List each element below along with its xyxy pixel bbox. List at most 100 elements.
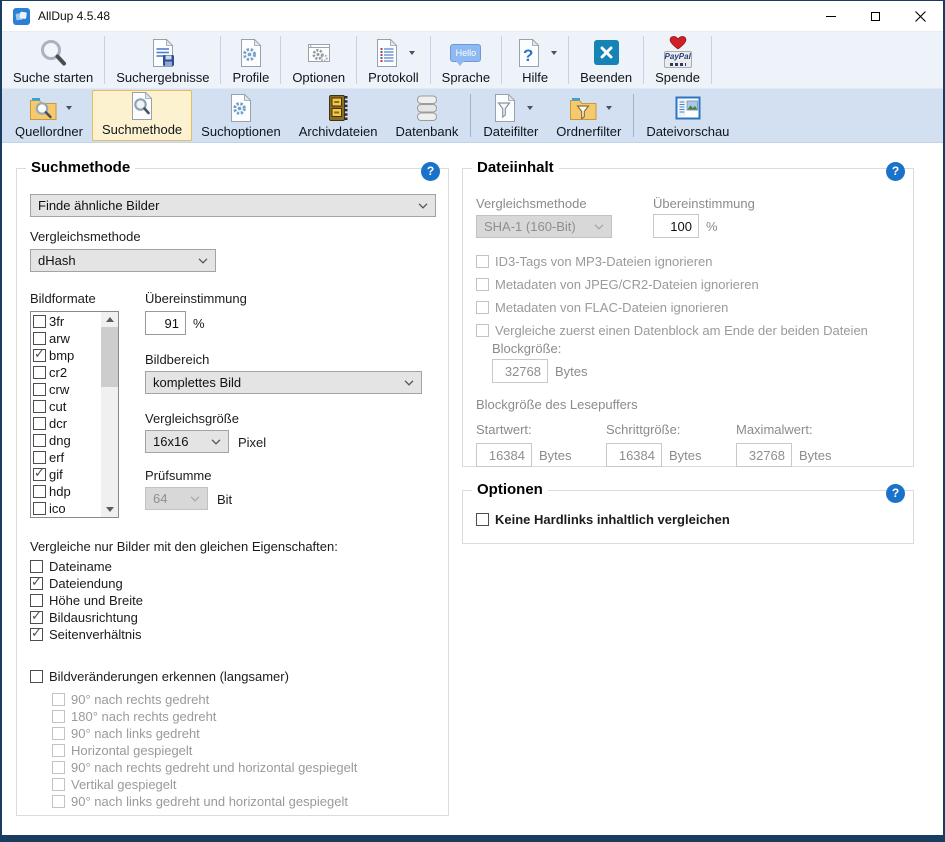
format-item[interactable]: cut: [33, 398, 101, 415]
format-checkbox[interactable]: [33, 468, 46, 481]
format-item[interactable]: ico: [33, 500, 101, 517]
block-size-input[interactable]: 32768: [492, 359, 548, 383]
compare-method-select[interactable]: dHash: [30, 249, 216, 272]
format-checkbox[interactable]: [33, 332, 46, 345]
format-item[interactable]: dcr: [33, 415, 101, 432]
format-item[interactable]: hdp: [33, 483, 101, 500]
property-item[interactable]: Höhe und Breite: [30, 592, 143, 609]
format-item[interactable]: 3fr: [33, 313, 101, 330]
toolbar-separator: [643, 36, 644, 84]
format-checkbox[interactable]: [33, 502, 46, 515]
format-checkbox[interactable]: [33, 485, 46, 498]
match-label: Übereinstimmung: [145, 291, 247, 306]
compare-size-select[interactable]: 16x16: [145, 430, 229, 453]
property-checkbox[interactable]: [30, 628, 43, 641]
transforms-toggle[interactable]: Bildveränderungen erkennen (langsamer): [30, 669, 289, 684]
toolbar-button-suchoptionen[interactable]: Suchoptionen: [192, 89, 290, 142]
buffer-field-input[interactable]: 16384: [606, 443, 662, 467]
transform-checkbox: [52, 778, 65, 791]
format-item[interactable]: crw: [33, 381, 101, 398]
toolbar-button-datenbank[interactable]: Datenbank: [386, 89, 467, 142]
toolbar-button-dateivorschau[interactable]: Dateivorschau: [637, 89, 738, 142]
format-checkbox[interactable]: [33, 417, 46, 430]
property-item[interactable]: Dateiendung: [30, 575, 143, 592]
format-checkbox[interactable]: [33, 349, 46, 362]
fc-method-select[interactable]: SHA-1 (160-Bit): [476, 215, 612, 238]
toolbar-button-beenden[interactable]: Beenden: [571, 32, 641, 88]
format-checkbox[interactable]: [33, 383, 46, 396]
toolbar-button-spende[interactable]: PayPal Spende: [646, 32, 709, 88]
profile-icon: [235, 37, 267, 69]
format-item[interactable]: cr2: [33, 364, 101, 381]
format-item[interactable]: gif: [33, 466, 101, 483]
formats-scrollbar[interactable]: [101, 312, 118, 517]
search-method-select[interactable]: Finde ähnliche Bilder: [30, 194, 436, 217]
buffer-field-input[interactable]: 16384: [476, 443, 532, 467]
format-checkbox[interactable]: [33, 366, 46, 379]
formats-listbox[interactable]: 3fr arw bmp: [30, 311, 119, 518]
minimize-button[interactable]: [808, 1, 853, 31]
format-label: hdp: [49, 484, 71, 499]
format-label: dng: [49, 433, 71, 448]
scroll-down-button[interactable]: [101, 502, 118, 517]
format-item[interactable]: erf: [33, 449, 101, 466]
help-icon[interactable]: ?: [886, 484, 905, 503]
checksum-select[interactable]: 64: [145, 487, 208, 510]
folder-filter-icon: [566, 92, 600, 124]
property-item[interactable]: Seitenverhältnis: [30, 626, 143, 643]
image-area-select[interactable]: komplettes Bild: [145, 371, 422, 394]
ignore-option-label: Vergleiche zuerst einen Datenblock am En…: [495, 323, 868, 338]
property-label: Seitenverhältnis: [49, 627, 142, 642]
toolbar-button-protokoll[interactable]: Protokoll: [359, 32, 428, 88]
toolbar-button-archivdateien[interactable]: Archivdateien: [290, 89, 387, 142]
toolbar-button-optionen[interactable]: Optionen: [283, 32, 354, 88]
format-item[interactable]: arw: [33, 330, 101, 347]
hardlinks-checkbox[interactable]: [476, 513, 489, 526]
toolbar-button-hilfe[interactable]: ? Hilfe: [504, 32, 566, 88]
property-checkbox[interactable]: [30, 594, 43, 607]
help-icon[interactable]: ?: [886, 162, 905, 181]
toolbar-button-suchergebnisse[interactable]: Suchergebnisse: [107, 32, 218, 88]
transform-checkbox: [52, 693, 65, 706]
buffer-field-input[interactable]: 32768: [736, 443, 792, 467]
toolbar-label: Protokoll: [368, 70, 419, 85]
scrollbar-thumb[interactable]: [101, 327, 118, 387]
format-checkbox[interactable]: [33, 400, 46, 413]
format-checkbox[interactable]: [33, 451, 46, 464]
fc-match-input[interactable]: 100: [653, 214, 699, 238]
chevron-down-icon: [190, 496, 200, 502]
format-item[interactable]: bmp: [33, 347, 101, 364]
toolbar-button-dateifilter[interactable]: Dateifilter: [474, 89, 547, 142]
hardlinks-option[interactable]: Keine Hardlinks inhaltlich vergleichen: [476, 512, 730, 527]
property-item[interactable]: Dateiname: [30, 558, 143, 575]
toolbar-button-suche-starten[interactable]: Suche starten: [4, 32, 102, 88]
transform-item: 90° nach rechts gedreht und horizontal g…: [52, 759, 357, 776]
property-checkbox[interactable]: [30, 611, 43, 624]
toolbar-button-ordnerfilter[interactable]: Ordnerfilter: [547, 89, 630, 142]
transforms-checkbox[interactable]: [30, 670, 43, 683]
toolbar-button-profile[interactable]: Profile: [223, 32, 278, 88]
property-checkbox[interactable]: [30, 560, 43, 573]
close-button[interactable]: [898, 1, 943, 31]
dropdown-arrow-icon: [606, 106, 612, 110]
toolbar-button-sprache[interactable]: Hello Sprache: [433, 32, 499, 88]
format-item[interactable]: dng: [33, 432, 101, 449]
match-input[interactable]: 91: [145, 311, 186, 335]
format-checkbox[interactable]: [33, 434, 46, 447]
scroll-up-button[interactable]: [101, 312, 118, 327]
file-content-group: Dateiinhalt ? Vergleichsmethode SHA-1 (1…: [462, 168, 914, 467]
toolbar-button-suchmethode[interactable]: Suchmethode: [92, 90, 192, 141]
toolbar-button-quellordner[interactable]: Quellordner: [6, 89, 92, 142]
help-icon[interactable]: ?: [421, 162, 440, 181]
toolbar-separator: [280, 36, 281, 84]
fc-match-label: Übereinstimmung: [653, 196, 755, 211]
chevron-down-icon: [211, 439, 221, 445]
file-filter-icon: [489, 92, 521, 124]
property-checkbox[interactable]: [30, 577, 43, 590]
maximize-button[interactable]: [853, 1, 898, 31]
buffer-field: Maximalwert: 32768 Bytes: [736, 422, 866, 467]
toolbar-label: Suchergebnisse: [116, 70, 209, 85]
property-item[interactable]: Bildausrichtung: [30, 609, 143, 626]
checksum-label: Prüfsumme: [145, 468, 211, 483]
format-checkbox[interactable]: [33, 315, 46, 328]
